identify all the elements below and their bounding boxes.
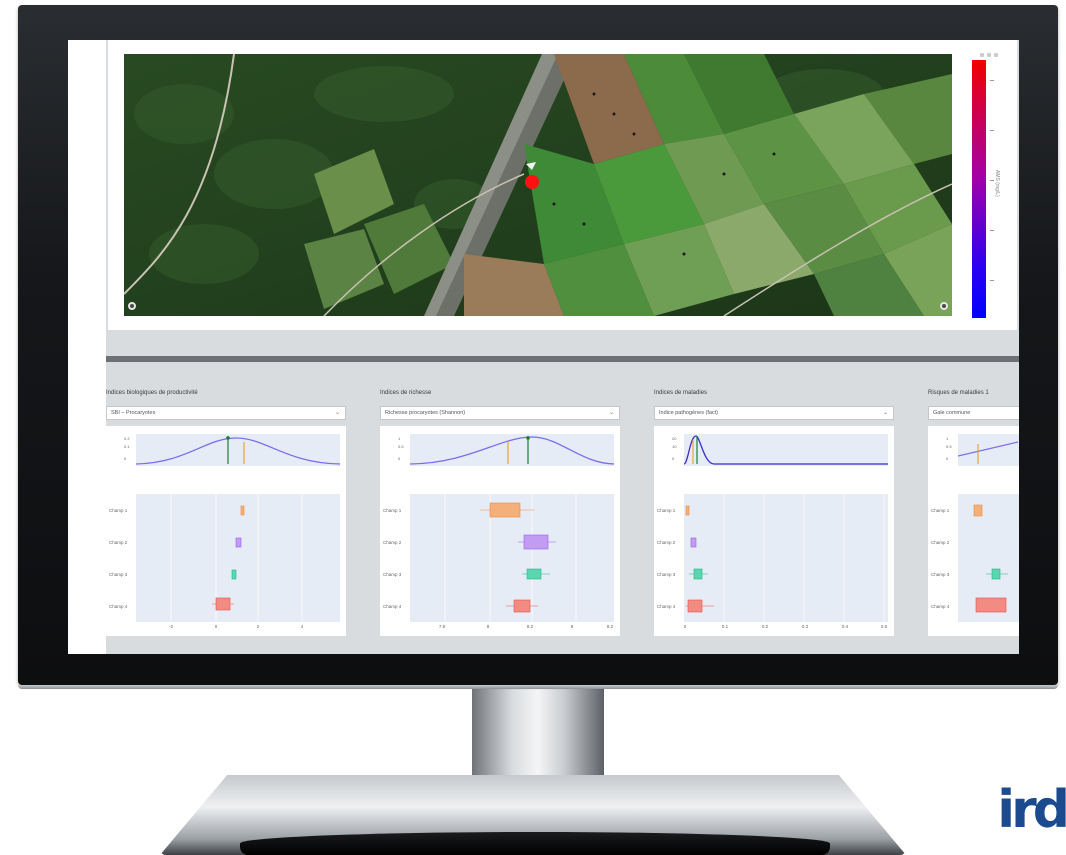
- fullscreen-icon[interactable]: [994, 53, 998, 57]
- y-tick: 10: [672, 444, 677, 449]
- x-tick: 0.5: [880, 624, 888, 629]
- select-value: Indice pathogènes (fact): [659, 410, 719, 416]
- select-value: Gale commune: [933, 410, 971, 416]
- chevron-down-icon: ⌄: [882, 410, 888, 416]
- map-reset-icon[interactable]: [128, 302, 136, 310]
- row-label: Champ 2: [109, 540, 128, 545]
- y-tick: 0: [124, 456, 127, 461]
- map-card: AMS (mg/L): [108, 40, 1017, 330]
- index-select[interactable]: Richesse procaryotes (Shannon) ⌄: [380, 406, 620, 420]
- y-tick: 0: [946, 456, 949, 461]
- monitor-stand-foot: [240, 832, 830, 855]
- boxplot-svg: [973, 504, 1008, 613]
- boxplot-svg: [444, 494, 577, 622]
- row-label: Champ 1: [657, 508, 676, 513]
- x-tick: 8.2: [526, 624, 534, 629]
- x-tick: 0.1: [721, 624, 729, 629]
- panel-plots: 1 0.5 0: [380, 426, 620, 636]
- distribution-curve: [958, 441, 1019, 464]
- x-tick: 0.4: [841, 624, 849, 629]
- row-label: Champ 3: [109, 572, 128, 577]
- panel-plots: 1 0.5 0: [928, 426, 1019, 636]
- x-tick: 0.2: [761, 624, 769, 629]
- left-margin: [68, 40, 106, 654]
- row-label: Champ 3: [931, 572, 950, 577]
- index-select[interactable]: SBI – Procaryotes ⌄: [106, 406, 346, 420]
- y-tick: 20: [672, 436, 677, 441]
- row-label: Champ 4: [383, 604, 402, 609]
- distribution-plot[interactable]: [958, 434, 1019, 466]
- boxplot-svg: [685, 494, 885, 622]
- row-label: Champ 1: [109, 508, 128, 513]
- distribution-plot[interactable]: [410, 434, 614, 466]
- map-toolbar[interactable]: [980, 44, 1010, 57]
- y-tick: 0.5: [398, 444, 404, 449]
- boxplot[interactable]: [684, 494, 888, 622]
- chevron-down-icon: ⌄: [608, 410, 614, 416]
- index-select[interactable]: Indice pathogènes (fact) ⌄: [654, 406, 894, 420]
- panel-title: Risques de maladies 1: [928, 390, 989, 396]
- monitor-screen: AMS (mg/L) Indices biologiques de produc…: [68, 40, 1019, 654]
- y-tick: 0.5: [946, 444, 952, 449]
- zoom-out-icon[interactable]: [987, 53, 991, 57]
- boxplot[interactable]: [410, 494, 614, 622]
- x-tick: 0: [214, 624, 218, 629]
- index-select[interactable]: Gale commune ⌄: [928, 406, 1019, 420]
- boxplot-svg: [170, 494, 303, 622]
- x-tick: 8: [486, 624, 490, 629]
- x-tick: 2: [256, 624, 260, 629]
- panel-plots: 20 10 0 Champ 1 Champ 2 Champ 3 Champ 4 …: [654, 426, 894, 636]
- row-label: Champ 4: [931, 604, 950, 609]
- panel-plots: 0.2 0.1 0 Champ 1 Champ 2 Champ 3 Champ …: [106, 426, 346, 636]
- dashboard: AMS (mg/L) Indices biologiques de produc…: [106, 40, 1019, 654]
- panel-title: Indices de richesse: [380, 390, 432, 396]
- x-tick: 4: [300, 624, 304, 629]
- colorbar-title: AMS (mg/L): [994, 170, 1000, 197]
- distribution-plot[interactable]: [684, 434, 888, 466]
- x-tick: 8: [570, 624, 574, 629]
- x-tick: 7.8: [438, 624, 446, 629]
- select-value: SBI – Procaryotes: [111, 410, 156, 416]
- panel-title: Indices de maladies: [654, 390, 708, 396]
- monitor-bezel: AMS (mg/L) Indices biologiques de produc…: [18, 5, 1058, 689]
- row-label: Champ 1: [931, 508, 950, 513]
- y-tick: 0: [672, 456, 675, 461]
- boxplot[interactable]: [136, 494, 340, 622]
- row-label: Champ 3: [657, 572, 676, 577]
- x-tick: -2: [168, 624, 174, 629]
- brand-logo: ird: [997, 780, 1066, 840]
- zoom-in-icon[interactable]: [980, 53, 984, 57]
- section-divider[interactable]: [106, 356, 1019, 362]
- x-tick: 0.3: [801, 624, 809, 629]
- row-label: Champ 4: [109, 604, 128, 609]
- panel-title: Indices biologiques de productivité: [106, 390, 198, 396]
- row-label: Champ 1: [383, 508, 402, 513]
- distribution-curve: [410, 436, 614, 465]
- boxplot[interactable]: [958, 494, 1019, 622]
- distribution-curve: [684, 435, 888, 465]
- x-tick: 0: [683, 624, 687, 629]
- distribution-plot[interactable]: [136, 434, 340, 466]
- select-value: Richesse procaryotes (Shannon): [385, 410, 466, 416]
- row-label: Champ 2: [383, 540, 402, 545]
- y-tick: 0: [398, 456, 401, 461]
- y-tick: 1: [398, 436, 401, 441]
- y-tick: 0.1: [124, 444, 130, 449]
- y-tick: 1: [946, 436, 949, 441]
- satellite-map[interactable]: [124, 54, 952, 316]
- colorbar: [972, 60, 986, 318]
- chevron-down-icon: ⌄: [334, 410, 340, 416]
- row-label: Champ 4: [657, 604, 676, 609]
- map-layers-icon[interactable]: [940, 302, 948, 310]
- row-label: Champ 2: [931, 540, 950, 545]
- x-tick: 8.2: [606, 624, 614, 629]
- row-label: Champ 3: [383, 572, 402, 577]
- row-label: Champ 2: [657, 540, 676, 545]
- y-tick: 0.2: [124, 436, 130, 441]
- satellite-imagery: [124, 54, 952, 316]
- distribution-curve: [136, 436, 340, 465]
